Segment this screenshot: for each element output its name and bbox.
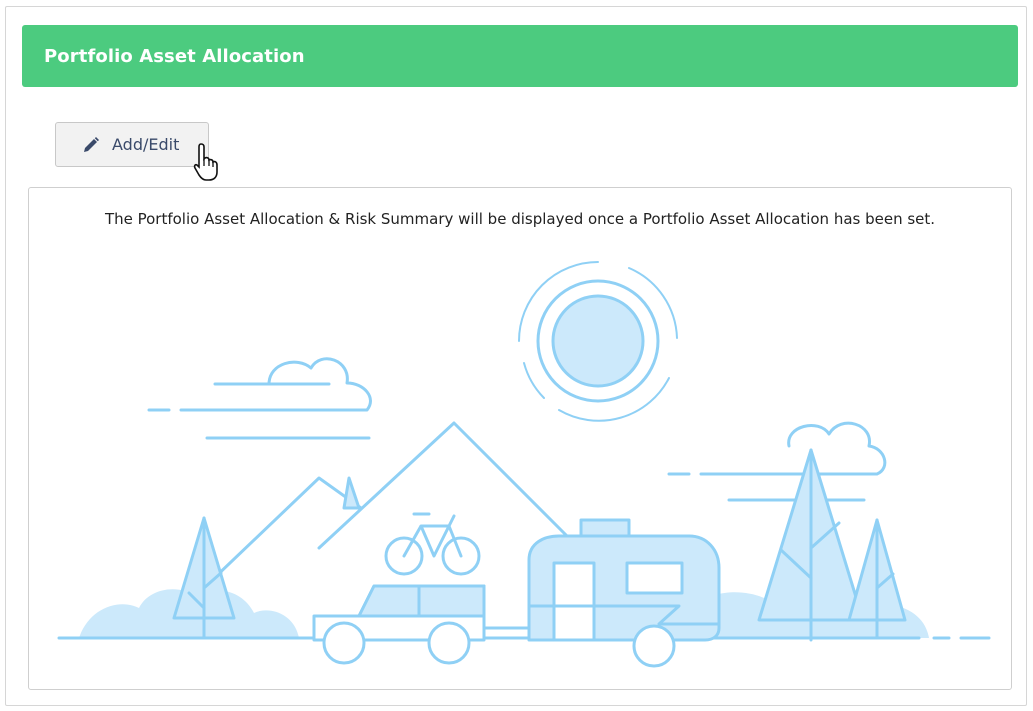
add-edit-label: Add/Edit [112, 135, 180, 154]
allocation-summary-box: The Portfolio Asset Allocation & Risk Su… [28, 187, 1012, 690]
portfolio-asset-allocation-panel: Portfolio Asset Allocation Add/Edit The … [5, 6, 1027, 706]
camper-trailer-icon [527, 518, 721, 668]
panel-title: Portfolio Asset Allocation [44, 45, 305, 67]
mountains-icon [207, 421, 571, 585]
camping-illustration [57, 261, 991, 668]
car-icon [312, 584, 531, 665]
add-edit-button[interactable]: Add/Edit [55, 122, 209, 167]
sun-icon [518, 261, 678, 422]
tree-right-icon [757, 448, 907, 642]
pencil-icon [84, 136, 99, 152]
panel-header: Portfolio Asset Allocation [22, 25, 1018, 87]
cloud-right-icon [667, 421, 887, 502]
bicycle-icon [384, 512, 481, 576]
hand-pointer-cursor-icon [193, 143, 218, 181]
cloud-left-icon [147, 357, 372, 440]
